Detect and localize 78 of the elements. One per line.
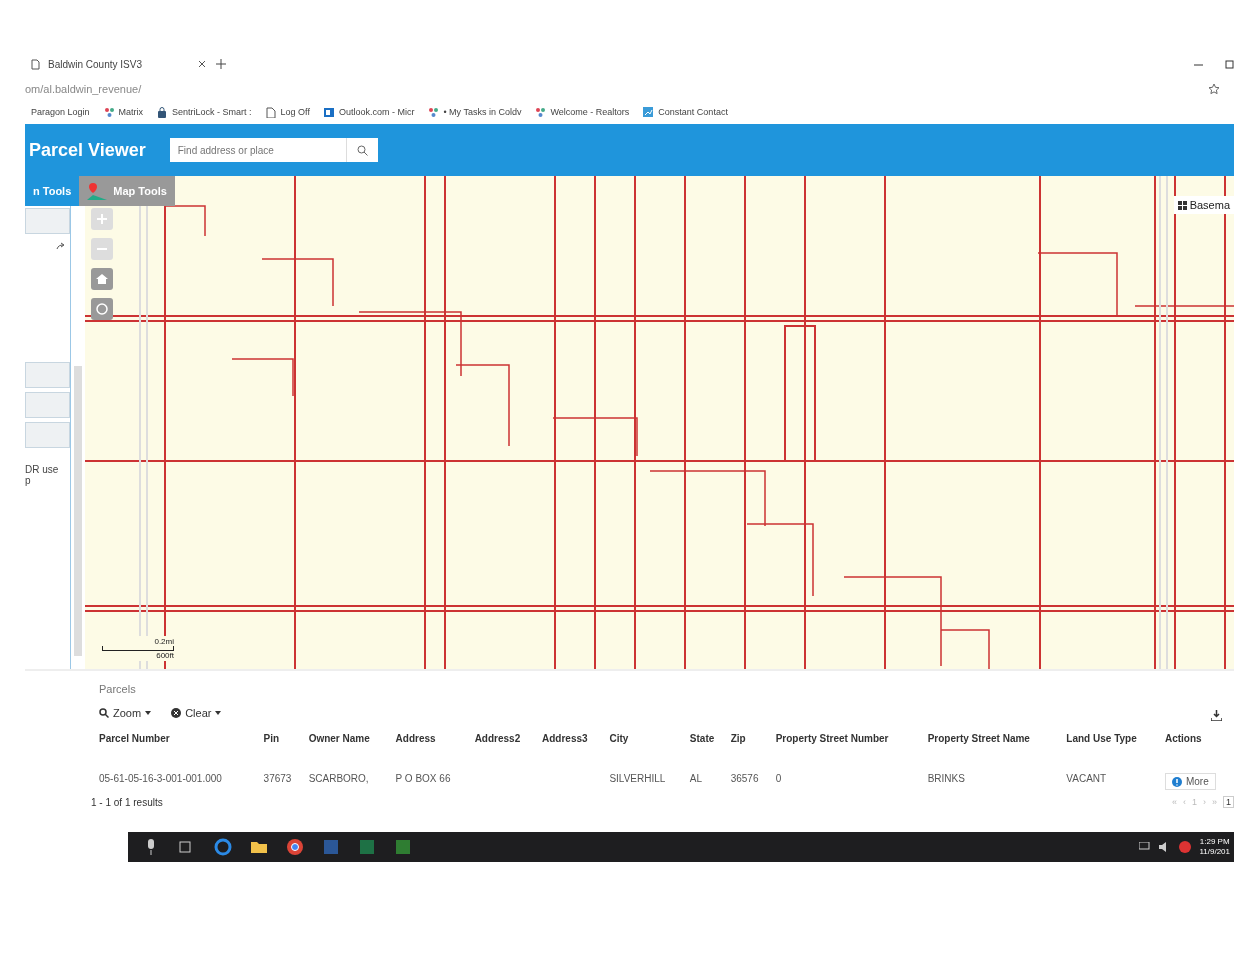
dots-icon [535, 106, 546, 118]
column-header: State [688, 732, 716, 746]
caret-icon [215, 711, 222, 715]
dots-icon [103, 106, 114, 118]
column-header: Pin [262, 732, 281, 746]
tab-title: Baldwin County ISV3 [48, 58, 142, 70]
bookmark[interactable]: Matrix [103, 106, 144, 118]
table-cell-text: P O BOX 66 [394, 772, 452, 786]
app-title: Parcel Viewer [29, 139, 146, 161]
column-header: Zip [729, 732, 747, 746]
results-count: 1 - 1 of 1 results [91, 796, 163, 808]
table-cell-text: BRINKS [926, 772, 966, 786]
caret-icon [145, 711, 152, 715]
maximize-icon[interactable] [1225, 59, 1234, 69]
column-header: Owner Name [307, 732, 371, 746]
lock-icon [157, 106, 168, 118]
scrollbar-thumb[interactable] [74, 366, 82, 656]
scale-bar [102, 646, 174, 651]
table-cell-text: AL [688, 772, 704, 786]
panel-title: Parcels [99, 683, 137, 695]
more-button[interactable]: More [1164, 773, 1216, 790]
info-icon [1171, 776, 1182, 787]
page-icon [31, 58, 40, 70]
column-header: Address [394, 732, 437, 746]
dots-icon [428, 106, 439, 118]
browser-tab[interactable]: Baldwin County ISV3 [25, 58, 206, 70]
column-header: Address3 [541, 732, 589, 746]
column-header: Address2 [473, 732, 522, 746]
grid-icon [1177, 200, 1187, 210]
basemap-button[interactable]: Basema [1173, 196, 1234, 214]
search-field[interactable]: Find address or place [169, 138, 378, 162]
plus-icon[interactable] [216, 59, 226, 69]
clock-time: 1:29 PM [1199, 836, 1230, 847]
bookmark[interactable]: Constant Contact [643, 106, 728, 118]
table-cell-text: SCARBORO, [307, 772, 370, 786]
table-cell-text: 36576 [729, 772, 760, 786]
plus-icon [97, 214, 107, 224]
pin-icon [87, 182, 108, 200]
page-icon [265, 106, 276, 118]
address-field[interactable]: om/al.baldwin_revenue/ [25, 83, 142, 95]
bookmark[interactable]: • My Tasks in Coldv [428, 106, 522, 118]
locate-button[interactable] [91, 298, 113, 320]
bookmark[interactable]: Paragon Login [31, 107, 90, 117]
star-icon[interactable] [1208, 83, 1220, 95]
column-header: City [608, 732, 630, 746]
page-field[interactable]: 1 [1223, 796, 1234, 808]
clear-icon [171, 708, 182, 718]
table-cell-text: SILVERHILL [608, 772, 667, 786]
search-icon [356, 144, 368, 156]
column-header: Land Use Type [1065, 732, 1138, 746]
network-icon[interactable] [1139, 842, 1152, 852]
table-cell-text: 37673 [262, 772, 293, 786]
scale-label: 600ft [156, 651, 174, 660]
app-status-icon[interactable] [1179, 841, 1192, 853]
home-button[interactable] [91, 268, 113, 290]
bookmark[interactable]: Log Off [265, 106, 310, 118]
panel-text: DR use p [25, 464, 60, 486]
clock-date: 11/9/201 [1199, 847, 1230, 858]
search-button[interactable] [345, 138, 378, 162]
minus-icon [97, 248, 107, 250]
bookmark[interactable]: Welcome - Realtors [535, 106, 630, 118]
close-icon[interactable] [198, 60, 206, 68]
table-cell-text: 0 [774, 772, 783, 786]
table-cell-text: VACANT [1065, 772, 1108, 786]
column-header: Property Street Number [774, 732, 890, 746]
column-header: Parcel Number [98, 732, 171, 746]
chart-icon [643, 106, 654, 118]
bookmark[interactable]: SentriLock - Smart : [157, 106, 252, 118]
bookmark[interactable]: Outlook.com - Micr [323, 106, 415, 118]
zoom-icon [99, 708, 109, 718]
column-header: Property Street Name [926, 732, 1031, 746]
circle-icon [96, 303, 108, 315]
table-cell-text: 05-61-05-16-3-001-001.000 [98, 772, 223, 786]
share-arrow-icon[interactable] [56, 242, 66, 250]
scale-label: 0.2mi [154, 637, 174, 646]
column-header: Actions [1163, 732, 1203, 746]
home-icon [96, 273, 108, 285]
download-icon [1211, 710, 1222, 721]
